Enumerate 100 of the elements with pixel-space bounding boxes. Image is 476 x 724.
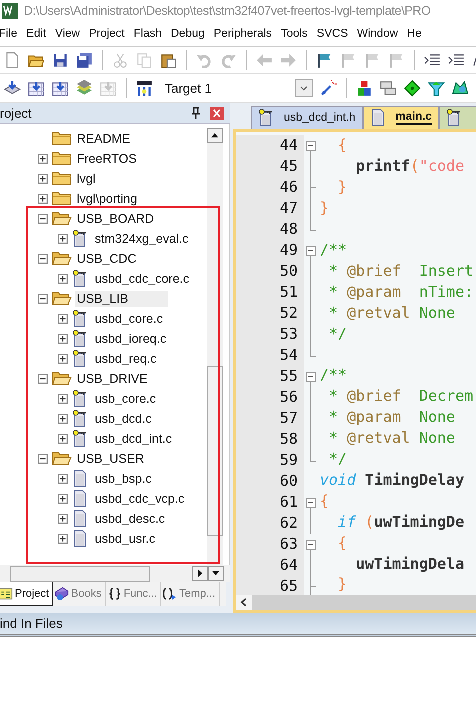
tree-item[interactable]: usbd_core.c (93, 311, 166, 327)
tree-item[interactable]: usbd_cdc_core.c (93, 271, 192, 287)
expand-icon[interactable] (58, 334, 68, 344)
indent-icon[interactable] (448, 52, 465, 68)
line-number: 63 (280, 534, 299, 555)
menu-item[interactable]: View (55, 28, 80, 40)
menu-item[interactable]: Tools (281, 28, 308, 40)
windows-icon[interactable] (380, 80, 397, 96)
line-number: 47 (280, 198, 299, 219)
collapse-icon[interactable] (38, 214, 48, 224)
expand-icon[interactable] (58, 274, 68, 284)
tree-item[interactable]: usbd_ioreq.c (93, 331, 169, 347)
collapse-icon[interactable] (38, 294, 48, 304)
dropdown-icon[interactable] (295, 79, 313, 97)
tree-item[interactable]: usbd_usr.c (93, 531, 158, 547)
menu-item[interactable]: Debug (171, 28, 205, 40)
menu-item[interactable]: File (0, 28, 18, 40)
panel-tab[interactable]: Func... (106, 582, 162, 606)
funnel-icon[interactable] (428, 80, 445, 96)
tree-item[interactable]: USB_USER (75, 451, 146, 467)
tree-item[interactable]: README (75, 131, 132, 147)
code-line: /** (319, 240, 348, 259)
load-icon[interactable] (136, 80, 153, 96)
diamond-icon[interactable] (404, 80, 421, 96)
tree-item[interactable]: usb_bsp.c (93, 471, 154, 487)
tree-item[interactable]: FreeRTOS (75, 151, 139, 167)
expand-icon[interactable] (58, 434, 68, 444)
tree-item[interactable]: lvgl (75, 171, 98, 187)
menu-item[interactable]: Peripherals (214, 28, 272, 40)
file-tab[interactable]: usb_dcd_int.h (251, 106, 363, 129)
expand-icon[interactable] (58, 494, 68, 504)
expand-icon[interactable] (58, 394, 68, 404)
floppy-icon[interactable] (52, 52, 69, 68)
tree-item[interactable]: usbd_cdc_vcp.c (93, 491, 187, 507)
menu-item[interactable]: He (407, 28, 422, 40)
floppies-icon[interactable] (76, 52, 93, 68)
code-line: void TimingDelay (319, 470, 464, 489)
indent-icon[interactable] (424, 52, 441, 68)
scrollbar[interactable] (236, 595, 476, 610)
tree-item[interactable]: USB_LIB (75, 291, 168, 307)
wand-icon[interactable] (320, 80, 337, 96)
file-tab[interactable] (439, 106, 476, 129)
menu-item[interactable]: SVCS (316, 28, 348, 40)
books-icon (55, 587, 70, 601)
tree-item[interactable]: USB_CDC (75, 251, 139, 267)
tree-item[interactable]: USB_BOARD (75, 211, 156, 227)
clipboard-icon[interactable] (160, 52, 177, 68)
scroll-right-icon[interactable] (192, 566, 208, 581)
line-number: 56 (280, 387, 299, 408)
menu-item[interactable]: Window (357, 28, 398, 40)
layers-icon[interactable] (76, 80, 93, 96)
expand-icon[interactable] (58, 414, 68, 424)
code-line: { (319, 492, 330, 510)
scroll-up-icon[interactable] (207, 128, 223, 143)
tree-item[interactable]: USB_DRIVE (75, 371, 150, 387)
line-number: 51 (280, 282, 299, 303)
panel-tab[interactable]: Books (53, 582, 106, 606)
panel-title: ind In Files (0, 616, 63, 631)
expand-icon[interactable] (38, 174, 48, 184)
grid-icon[interactable] (28, 80, 45, 96)
line-number: 44 (280, 135, 299, 156)
expand-icon[interactable] (38, 194, 48, 204)
code-line: if (uwTimingDe (337, 512, 464, 531)
expand-icon[interactable] (58, 234, 68, 244)
collapse-icon[interactable] (38, 454, 48, 464)
code-line: } (337, 575, 348, 594)
file-tab[interactable]: main.c (362, 106, 440, 129)
expand-icon[interactable] (58, 314, 68, 324)
expand-icon[interactable] (38, 154, 48, 164)
scroll-down-icon[interactable] (208, 566, 224, 581)
tree-item[interactable]: usb_dcd_int.c (93, 431, 174, 447)
code-line: uwTimingDela (355, 554, 464, 573)
line-number: 54 (280, 345, 299, 366)
stack-icon[interactable] (4, 80, 21, 96)
page-icon[interactable] (4, 52, 21, 68)
grid-icon[interactable] (52, 80, 69, 96)
collapse-icon[interactable] (38, 374, 48, 384)
line-number: 48 (280, 219, 299, 240)
tree-item[interactable]: lvgl\porting (75, 191, 140, 207)
collapse-icon[interactable] (38, 254, 48, 264)
menu-item[interactable]: Project (89, 28, 125, 40)
blocks-icon[interactable] (356, 80, 373, 96)
expand-icon[interactable] (58, 534, 68, 544)
code-line: */ (328, 450, 348, 468)
tree-item[interactable]: usb_dcd.c (93, 411, 154, 427)
menu-item[interactable]: Edit (26, 28, 46, 40)
tree-item[interactable]: usbd_req.c (93, 351, 159, 367)
expand-icon[interactable] (58, 354, 68, 364)
expand-icon[interactable] (58, 474, 68, 484)
panel-tab[interactable]: Project (0, 582, 54, 606)
flag-icon[interactable] (316, 52, 333, 68)
tree-item[interactable]: usbd_desc.c (93, 511, 168, 527)
tree-item[interactable]: stm324xg_eval.c (93, 231, 191, 247)
menu-item[interactable]: Flash (134, 28, 162, 40)
pin-icon[interactable] (190, 107, 202, 119)
expand-icon[interactable] (58, 514, 68, 524)
scroll-left-icon[interactable] (236, 595, 252, 610)
panel-tab[interactable]: Temp... (161, 582, 220, 606)
scrollbar[interactable] (0, 565, 230, 582)
tree-item[interactable]: usb_core.c (93, 391, 158, 407)
